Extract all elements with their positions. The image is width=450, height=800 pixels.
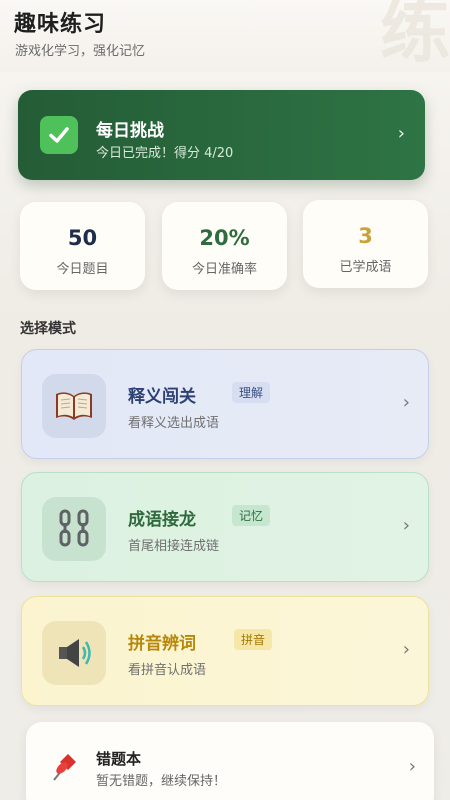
chevron-right-icon: ›: [402, 639, 410, 660]
page-title: 趣味练习: [14, 12, 107, 37]
header-watermark: 练: [380, 0, 450, 72]
mode-card-chain[interactable]: 成语接龙 记忆 首尾相接连成链 ›: [21, 472, 429, 582]
mode-description: 看释义选出成语: [128, 416, 220, 431]
mistakes-description: 暂无错题，继续保持！: [96, 774, 227, 789]
stat-value: 50: [67, 226, 98, 250]
stat-label: 今日准确率: [191, 262, 257, 277]
stat-value: 3: [358, 224, 373, 248]
check-icon: [40, 116, 78, 154]
stat-label: 已学成语: [339, 260, 392, 275]
daily-challenge-title: 每日挑战: [96, 121, 164, 141]
mode-card-pinyin[interactable]: 拼音辨词 拼音 看拼音认成语 ›: [21, 596, 429, 706]
chevron-right-icon: ›: [408, 756, 416, 777]
chevron-right-icon: ›: [402, 515, 410, 536]
chevron-right-icon: ›: [402, 392, 410, 413]
header: 练 趣味练习 游戏化学习，强化记忆: [0, 0, 450, 72]
mode-tag: 记忆: [232, 505, 271, 526]
mistakes-notebook-card[interactable]: 错题本 暂无错题，继续保持！ ›: [26, 722, 434, 800]
stat-today-accuracy: 20% 今日准确率: [162, 202, 287, 290]
chain-icon: [42, 497, 106, 561]
mode-card-definition[interactable]: 释义闯关 理解 看释义选出成语 ›: [21, 349, 429, 459]
book-icon: [42, 374, 106, 438]
pushpin-icon: [48, 750, 80, 788]
mode-tag: 理解: [232, 382, 271, 403]
practice-page: 练 趣味练习 游戏化学习，强化记忆 每日挑战 今日已完成！得分 4/20 › 5…: [0, 0, 450, 800]
daily-challenge-status: 今日已完成！得分 4/20: [96, 146, 234, 161]
stat-label: 今日题目: [56, 262, 109, 277]
stat-today-questions: 50 今日题目: [20, 202, 145, 290]
stat-learned-idioms: 3 已学成语: [303, 200, 428, 288]
mode-description: 首尾相接连成链: [128, 539, 220, 554]
mode-title: 拼音辨词: [128, 634, 196, 654]
mode-title: 释义闯关: [128, 387, 196, 407]
page-subtitle: 游戏化学习，强化记忆: [15, 44, 146, 59]
stat-value: 20%: [199, 226, 250, 250]
section-label: 选择模式: [20, 321, 76, 337]
mode-title: 成语接龙: [128, 510, 196, 530]
chevron-right-icon: ›: [397, 123, 405, 144]
daily-challenge-card[interactable]: 每日挑战 今日已完成！得分 4/20 ›: [18, 90, 425, 180]
mode-tag: 拼音: [234, 629, 273, 650]
mode-description: 看拼音认成语: [128, 663, 207, 678]
mistakes-title: 错题本: [96, 750, 142, 768]
speaker-icon: [42, 621, 106, 685]
